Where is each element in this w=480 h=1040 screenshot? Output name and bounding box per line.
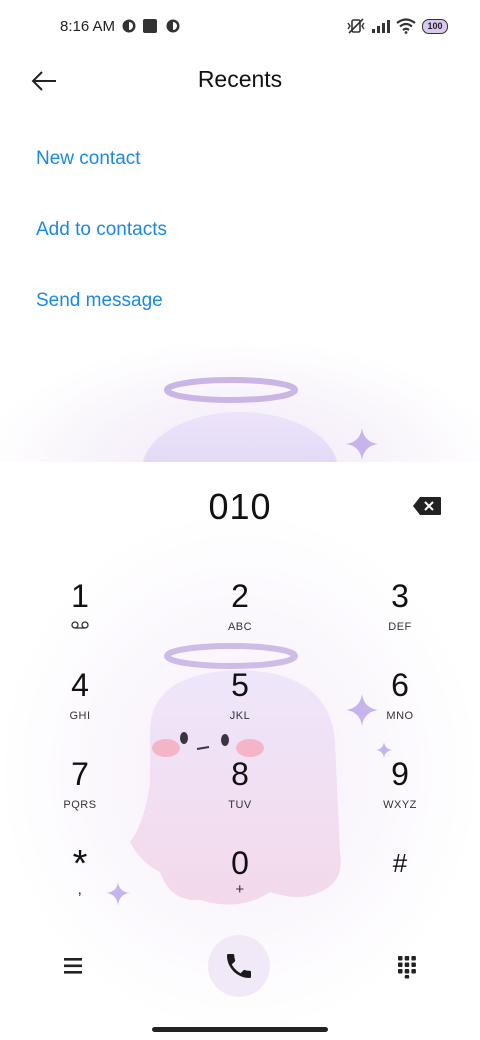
menu-icon[interactable] xyxy=(62,956,84,976)
key-letters: GHI xyxy=(69,710,91,722)
home-indicator[interactable] xyxy=(152,1027,328,1032)
key-letters: , xyxy=(77,881,83,898)
key-digit: 1 xyxy=(71,578,89,614)
phone-icon xyxy=(227,954,251,978)
decorative-background xyxy=(0,340,480,462)
key-digit: 0 xyxy=(231,845,249,881)
new-contact-link[interactable]: New contact xyxy=(36,148,141,170)
dialpad-key-4[interactable]: 4 GHI xyxy=(20,667,140,747)
key-digit: 7 xyxy=(71,756,89,792)
dialed-number: 010 xyxy=(208,486,272,527)
key-letters: MNO xyxy=(386,710,414,722)
square-notification-icon xyxy=(143,19,157,33)
key-digit: 8 xyxy=(231,756,249,792)
dialpad-key-8[interactable]: 8 TUV xyxy=(180,756,300,836)
app-bar: Recents xyxy=(0,56,480,108)
dialpad-key-star[interactable]: * , xyxy=(20,845,140,925)
wifi-icon xyxy=(396,18,416,34)
app-notification-icon xyxy=(122,19,136,33)
dialpad-key-3[interactable]: 3 DEF xyxy=(340,578,460,658)
key-letters: WXYZ xyxy=(383,799,417,811)
status-bar: 8:16 AM 100 xyxy=(0,0,480,56)
vibrate-silent-icon xyxy=(347,18,365,34)
signal-icon xyxy=(372,20,390,33)
key-letters: + xyxy=(235,881,245,898)
app-notification-icon xyxy=(166,19,180,33)
dialpad-key-7[interactable]: 7 PQRS xyxy=(20,756,140,836)
key-digit: * xyxy=(72,843,88,885)
dialpad-key-hash[interactable]: # xyxy=(340,845,460,925)
key-letters: TUV xyxy=(228,799,252,811)
dialpad-key-5[interactable]: 5 JKL xyxy=(180,667,300,747)
dialpad-key-9[interactable]: 9 WXYZ xyxy=(340,756,460,836)
key-letters: JKL xyxy=(229,710,251,722)
call-button[interactable] xyxy=(208,935,270,997)
key-digit: 4 xyxy=(71,667,89,703)
key-letters: ABC xyxy=(227,621,253,633)
backspace-icon[interactable] xyxy=(412,496,442,516)
battery-indicator: 100 xyxy=(422,19,448,34)
ghost-mascot-illustration xyxy=(142,377,378,462)
send-message-link[interactable]: Send message xyxy=(36,290,163,312)
page-title: Recents xyxy=(197,66,283,92)
key-letters: PQRS xyxy=(63,799,97,811)
voicemail-icon xyxy=(71,621,89,629)
key-digit: 3 xyxy=(391,578,409,614)
dialpad-key-1[interactable]: 1 xyxy=(20,578,140,658)
key-digit: 6 xyxy=(391,667,409,703)
dialpad-key-0[interactable]: 0 + xyxy=(180,845,300,925)
key-digit: 2 xyxy=(231,578,249,614)
dialpad-icon[interactable] xyxy=(396,955,418,979)
key-letters: DEF xyxy=(388,621,412,633)
status-time: 8:16 AM xyxy=(60,18,116,35)
add-to-contacts-link[interactable]: Add to contacts xyxy=(36,219,167,241)
key-digit: 5 xyxy=(231,667,249,703)
key-digit: # xyxy=(392,848,408,878)
key-digit: 9 xyxy=(391,756,409,792)
dialpad-key-2[interactable]: 2 ABC xyxy=(180,578,300,658)
dialpad-key-6[interactable]: 6 MNO xyxy=(340,667,460,747)
